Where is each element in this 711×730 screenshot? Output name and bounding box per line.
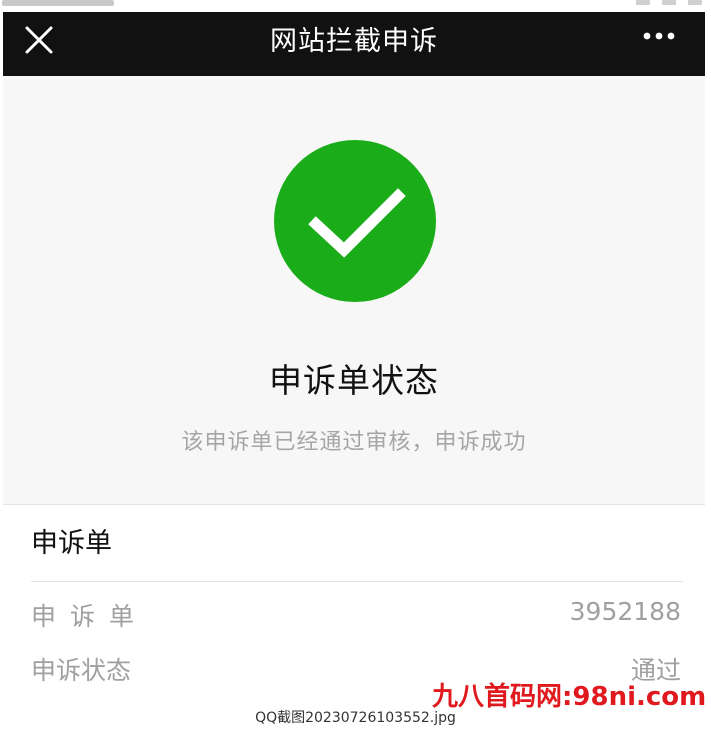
top-strip — [0, 0, 711, 12]
status-title: 申诉单状态 — [269, 361, 439, 400]
window-maximize-icon — [662, 0, 676, 5]
more-button[interactable] — [639, 22, 683, 66]
appeal-card: 申诉单 申诉单 3952188 申诉状态 通过 — [3, 504, 705, 696]
status-section: 申诉单状态 该申诉单已经通过审核，申诉成功 — [3, 76, 705, 504]
status-description: 该申诉单已经通过审核，申诉成功 — [181, 430, 527, 455]
appeal-number-row: 申诉单 3952188 — [31, 597, 681, 637]
appeal-number-value: 3952188 — [569, 597, 681, 626]
appeal-status-label: 申诉状态 — [31, 656, 132, 685]
appeal-number-label: 申诉单 — [31, 602, 149, 631]
card-title: 申诉单 — [31, 528, 112, 559]
window-minimize-icon — [636, 0, 650, 5]
blurred-window-text — [2, 0, 114, 6]
page-title: 网站拦截申诉 — [270, 26, 438, 57]
title-bar: 网站拦截申诉 — [3, 12, 705, 76]
phone-screen: 网站拦截申诉 申诉单状态 该申诉单已经通过审核，申诉成功 申诉单 申诉单 395… — [3, 12, 705, 696]
image-caption: QQ截图20230726103552.jpg — [255, 710, 456, 726]
divider — [31, 581, 683, 582]
success-badge — [274, 140, 436, 302]
window-close-icon — [688, 0, 702, 5]
more-dots-icon — [643, 32, 675, 40]
checkmark-icon — [308, 188, 406, 258]
